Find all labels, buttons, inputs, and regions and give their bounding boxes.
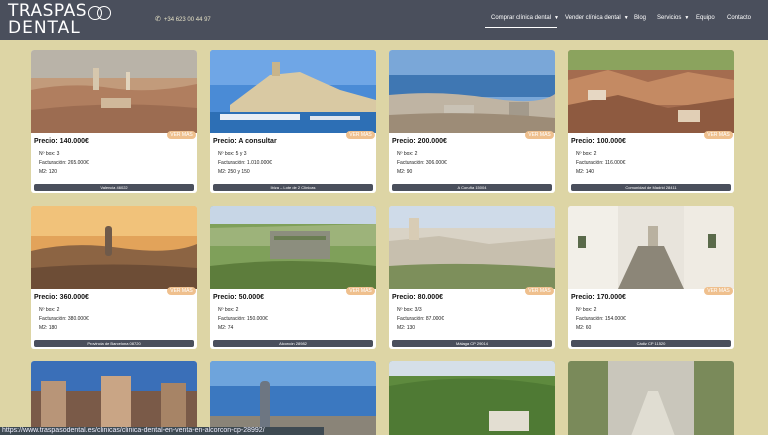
nav-equipo[interactable]: Equipo xyxy=(696,15,715,21)
nav-vender[interactable]: Vender clínica dental ▼ xyxy=(565,15,629,21)
listing-image[interactable] xyxy=(389,361,555,435)
nav-comprar[interactable]: Comprar clínica dental ▼ xyxy=(491,15,559,21)
listing-location: A Coruña 15004 xyxy=(392,184,552,191)
listing-m2: M2: 74 xyxy=(218,325,234,331)
listing-image[interactable] xyxy=(568,361,734,435)
listing-m2: M2: 130 xyxy=(397,325,416,331)
listing-m2: M2: 60 xyxy=(576,325,592,331)
listing-image[interactable] xyxy=(389,206,555,289)
ver-mas-button[interactable]: VER MÁS xyxy=(704,131,733,139)
listing-location: Valencia 46022 xyxy=(34,184,194,191)
listing-facturacion: Facturación: 1.010.000€ xyxy=(218,160,272,166)
nav-label: Equipo xyxy=(696,15,715,21)
listing-card[interactable]: VER MÁS Precio: A consultar Nº box: 5 y … xyxy=(210,50,376,193)
nav-label: Servicios xyxy=(657,15,682,21)
ver-mas-button[interactable]: VER MÁS xyxy=(346,131,375,139)
listing-price: Precio: 80.000€ xyxy=(392,294,443,301)
caret-down-icon: ▼ xyxy=(554,15,559,21)
listing-price: Precio: 140.000€ xyxy=(34,138,89,145)
listing-image[interactable] xyxy=(568,206,734,289)
nav-blog[interactable]: Blog xyxy=(634,15,646,21)
listing-location: Málaga CP 29014 xyxy=(392,340,552,347)
listing-facturacion: Facturación: 265.000€ xyxy=(39,160,89,166)
nav-contacto[interactable]: Contacto xyxy=(727,15,751,21)
listing-image[interactable] xyxy=(210,206,376,289)
listing-image[interactable] xyxy=(31,50,197,133)
listing-image[interactable] xyxy=(31,361,197,435)
ver-mas-button[interactable]: VER MÁS xyxy=(167,131,196,139)
nav-servicios[interactable]: Servicios ▼ xyxy=(657,15,689,21)
listing-box: Nº box: 3 xyxy=(39,151,60,157)
listing-m2: M2: 250 y 150 xyxy=(218,169,250,175)
listing-image[interactable] xyxy=(31,206,197,289)
caret-down-icon: ▼ xyxy=(684,15,690,21)
listing-box: Nº box: 3/3 xyxy=(397,307,422,313)
logo-line-2: DENTAL xyxy=(8,18,81,38)
nav-label: Comprar clínica dental xyxy=(491,15,552,21)
listing-price: Precio: 50.000€ xyxy=(213,294,264,301)
listing-box: Nº box: 5 y 3 xyxy=(218,151,247,157)
phone-link[interactable]: ✆ +34 623 00 44 97 xyxy=(155,15,211,23)
listing-card[interactable] xyxy=(31,361,197,435)
caret-down-icon: ▼ xyxy=(623,15,629,21)
site-header: TRASPAS DENTAL ✆ +34 623 00 44 97 Comprar… xyxy=(0,0,768,40)
listing-location: Ibiza – Lote de 2 Clínicas xyxy=(213,184,373,191)
listing-m2: M2: 120 xyxy=(39,169,58,175)
listing-card[interactable]: VER MÁS Precio: 100.000€ Nº box: 2 Factu… xyxy=(568,50,734,193)
listing-location: Cádiz CP 11520 xyxy=(571,340,731,347)
ver-mas-button[interactable]: VER MÁS xyxy=(346,287,375,295)
listing-facturacion: Facturación: 306.000€ xyxy=(397,160,447,166)
listing-price: Precio: 170.000€ xyxy=(571,294,626,301)
ver-mas-button[interactable]: VER MÁS xyxy=(167,287,196,295)
nav-label: Vender clínica dental xyxy=(565,15,621,21)
nav-label: Contacto xyxy=(727,15,752,21)
listing-facturacion: Facturación: 150.000€ xyxy=(218,316,268,322)
listing-card[interactable] xyxy=(568,361,734,435)
listing-box: Nº box: 2 xyxy=(576,307,597,313)
listing-image[interactable] xyxy=(568,50,734,133)
listing-price: Precio: 100.000€ xyxy=(571,138,626,145)
listing-box: Nº box: 2 xyxy=(218,307,239,313)
listing-box: Nº box: 2 xyxy=(39,307,60,313)
listing-image[interactable] xyxy=(389,50,555,133)
listing-location: Alcorcón 28982 xyxy=(213,340,373,347)
listing-facturacion: Facturación: 154.000€ xyxy=(576,316,626,322)
listing-price: Precio: 360.000€ xyxy=(34,294,89,301)
listing-m2: M2: 90 xyxy=(397,169,413,175)
listing-location: Comunidad de Madrid 28411 xyxy=(571,184,731,191)
nav-label: Blog xyxy=(634,15,647,21)
site-logo[interactable]: TRASPAS DENTAL xyxy=(8,3,118,37)
phone-number: +34 623 00 44 97 xyxy=(163,17,211,23)
status-url-bar: https://www.traspasodental.es/clinicas/c… xyxy=(0,427,324,435)
listing-facturacion: Facturación: 87.000€ xyxy=(397,316,444,322)
listing-image[interactable] xyxy=(210,50,376,133)
listing-facturacion: Facturación: 380.000€ xyxy=(39,316,89,322)
listing-image[interactable] xyxy=(210,361,376,435)
listing-card[interactable] xyxy=(210,361,376,435)
listing-location: Provincia de Barcelona 08720 xyxy=(34,340,194,347)
nav-active-indicator xyxy=(485,27,557,28)
listing-card[interactable]: VER MÁS Precio: 360.000€ Nº box: 2 Factu… xyxy=(31,206,197,349)
listing-card[interactable]: VER MÁS Precio: 170.000€ Nº box: 2 Factu… xyxy=(568,206,734,349)
listing-price: Precio: A consultar xyxy=(213,138,277,145)
listing-box: Nº box: 2 xyxy=(576,151,597,157)
listing-m2: M2: 180 xyxy=(39,325,58,331)
ver-mas-button[interactable]: VER MÁS xyxy=(704,287,733,295)
listing-card[interactable]: VER MÁS Precio: 80.000€ Nº box: 3/3 Fact… xyxy=(389,206,555,349)
ver-mas-button[interactable]: VER MÁS xyxy=(525,287,554,295)
ver-mas-button[interactable]: VER MÁS xyxy=(525,131,554,139)
listing-card[interactable] xyxy=(389,361,555,435)
listing-box: Nº box: 2 xyxy=(397,151,418,157)
listing-m2: M2: 140 xyxy=(576,169,595,175)
listing-card[interactable]: VER MÁS Precio: 50.000€ Nº box: 2 Factur… xyxy=(210,206,376,349)
listing-card[interactable]: VER MÁS Precio: 140.000€ Nº box: 3 Factu… xyxy=(31,50,197,193)
logo-circles-icon xyxy=(88,6,111,20)
listing-price: Precio: 200.000€ xyxy=(392,138,447,145)
listing-facturacion: Facturación: 116.000€ xyxy=(576,160,626,166)
listing-card[interactable]: VER MÁS Precio: 200.000€ Nº box: 2 Factu… xyxy=(389,50,555,193)
phone-icon: ✆ xyxy=(155,16,161,23)
